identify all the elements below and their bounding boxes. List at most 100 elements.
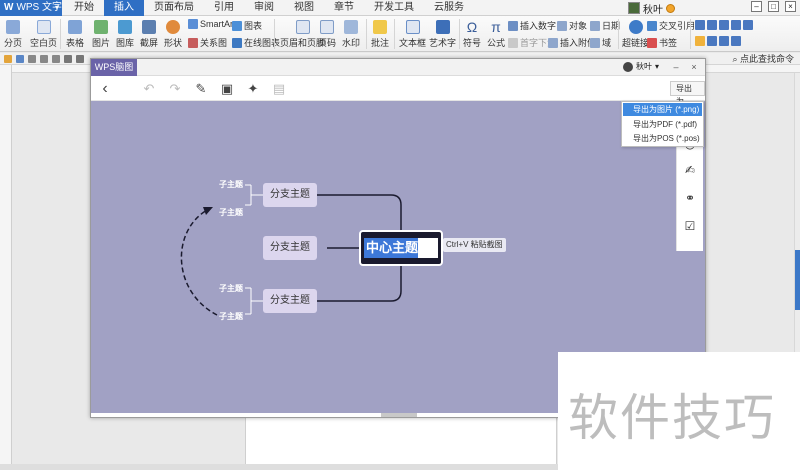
page-break-button[interactable]: 分页: [4, 20, 22, 49]
scrollbar-thumb[interactable]: [795, 250, 800, 310]
menu-item-home[interactable]: 开始: [64, 0, 104, 16]
extra-tools[interactable]: [695, 20, 755, 30]
smartart-button[interactable]: SmartArt: [188, 19, 236, 29]
menu-bar: 开始 插入 页面布局 引用 审阅 视图 章节 开发工具 云服务: [64, 0, 474, 16]
format-icon[interactable]: [52, 55, 60, 63]
page-number-button[interactable]: 页码: [318, 20, 336, 49]
relation-button[interactable]: 关系图: [188, 36, 227, 49]
image-icon[interactable]: ▣: [219, 81, 235, 97]
pi-icon: π: [491, 19, 501, 35]
screenshot-button[interactable]: 截屏: [140, 20, 158, 49]
document-page[interactable]: [245, 415, 557, 470]
extra-tools-2[interactable]: [695, 36, 743, 46]
preview-icon[interactable]: [40, 55, 48, 63]
menu-item-chapter[interactable]: 章节: [324, 0, 364, 16]
search-icon: ⌕: [732, 54, 740, 64]
dialog-user[interactable]: 秋叶 ▾: [623, 61, 659, 72]
close-icon[interactable]: ×: [785, 1, 796, 12]
format-painter-icon[interactable]: ▤: [271, 81, 287, 97]
wordart-label: 艺术字: [429, 38, 457, 48]
save-icon[interactable]: [16, 55, 24, 63]
watermark-button[interactable]: 水印: [342, 20, 360, 49]
symbol-button[interactable]: Ω 符号: [463, 20, 481, 49]
subtopic-node[interactable]: 子主题: [219, 283, 243, 294]
object-label: 对象: [569, 21, 588, 31]
coin-icon: [666, 3, 675, 13]
menu-item-insert[interactable]: 插入: [104, 0, 144, 16]
maximize-icon[interactable]: □: [768, 1, 779, 12]
menu-item-developer[interactable]: 开发工具: [364, 0, 424, 16]
subtopic-node[interactable]: 子主题: [219, 207, 243, 218]
attachment-button[interactable]: 插入附件: [548, 36, 596, 49]
center-node-editor[interactable]: 中心主题: [364, 238, 438, 258]
shapes-button[interactable]: 形状: [164, 20, 182, 49]
wordart-button[interactable]: 艺术字: [429, 20, 456, 49]
date-button[interactable]: 日期: [590, 19, 620, 32]
undo-icon[interactable]: [64, 55, 72, 63]
hyperlink-button[interactable]: 超链接: [622, 20, 649, 49]
grid-icon: [731, 36, 741, 46]
export-pos-option[interactable]: 导出为POS (*.pos): [623, 132, 702, 145]
field-label: 域: [602, 38, 612, 48]
export-png-option[interactable]: 导出为图片 (*.png): [623, 103, 702, 116]
pen-icon[interactable]: ✎: [193, 81, 209, 97]
connector-line: [317, 194, 402, 230]
online-chart-button[interactable]: 在线图表: [232, 36, 280, 49]
blank-page-button[interactable]: 空白页: [30, 20, 57, 49]
note-icon[interactable]: ✍: [683, 163, 697, 177]
globe-icon: [628, 20, 643, 34]
back-icon[interactable]: ‹: [97, 81, 113, 97]
menu-item-cloud[interactable]: 云服务: [424, 0, 474, 16]
center-node[interactable]: 中心主题: [359, 230, 443, 266]
grid-icon: [707, 20, 717, 30]
close-icon[interactable]: ×: [689, 62, 699, 72]
insert-number-button[interactable]: 插入数字: [508, 19, 556, 32]
grid-icon: [707, 36, 717, 46]
branch-node[interactable]: 分支主题: [263, 183, 317, 207]
grid-icon: [743, 20, 753, 30]
export-button[interactable]: 导出为: [670, 81, 705, 106]
comment-button[interactable]: 批注: [371, 20, 389, 49]
menu-item-review[interactable]: 审阅: [244, 0, 284, 16]
gallery-button[interactable]: 图库: [116, 20, 134, 49]
open-folder-icon[interactable]: [4, 55, 12, 63]
redo-icon[interactable]: ↷: [167, 81, 183, 97]
user-area[interactable]: 秋叶: [628, 0, 675, 16]
field-button[interactable]: 域: [590, 36, 611, 49]
dropcap-icon: [508, 38, 518, 48]
link-icon[interactable]: ⚭: [683, 191, 697, 205]
app-menu-button[interactable]: W WPS 文字 ▾: [0, 0, 62, 16]
dialog-tab[interactable]: WPS脑图: [91, 59, 137, 76]
command-search[interactable]: ⌕ 点此查找命令: [732, 53, 794, 65]
bracket-line: [245, 184, 263, 206]
canvas-scrollbar[interactable]: [381, 413, 417, 417]
minimize-icon[interactable]: –: [751, 1, 762, 12]
minimize-icon[interactable]: –: [671, 62, 681, 72]
cross-ref-button[interactable]: 交叉引用: [647, 19, 695, 32]
object-button[interactable]: 对象: [557, 19, 587, 32]
picture-button[interactable]: 图片: [92, 20, 110, 49]
formula-button[interactable]: π 公式: [487, 20, 505, 49]
chart-button[interactable]: 图表: [232, 19, 262, 32]
menu-item-view[interactable]: 视图: [284, 0, 324, 16]
menu-item-page-layout[interactable]: 页面布局: [144, 0, 204, 16]
grid-icon: [719, 36, 729, 46]
subtopic-node[interactable]: 子主题: [219, 311, 243, 322]
smartart-label: SmartArt: [200, 19, 236, 29]
textbox-button[interactable]: 文本框: [399, 20, 426, 49]
grid-icon: [719, 20, 729, 30]
textbox-label: 文本框: [399, 38, 427, 48]
print-icon[interactable]: [28, 55, 36, 63]
relation-arrow[interactable]: [180, 208, 218, 316]
undo-icon[interactable]: ↶: [141, 81, 157, 97]
branch-node[interactable]: 分支主题: [263, 289, 317, 313]
task-icon[interactable]: ☑: [683, 219, 697, 233]
bookmark-button[interactable]: 书签: [647, 36, 677, 49]
menu-item-references[interactable]: 引用: [204, 0, 244, 16]
redo-icon[interactable]: [76, 55, 84, 63]
subtopic-node[interactable]: 子主题: [219, 179, 243, 190]
branch-node[interactable]: 分支主题: [263, 236, 317, 260]
magic-icon[interactable]: ✦: [245, 81, 261, 97]
table-button[interactable]: 表格: [66, 20, 84, 49]
export-pdf-option[interactable]: 导出为PDF (*.pdf): [623, 118, 702, 131]
